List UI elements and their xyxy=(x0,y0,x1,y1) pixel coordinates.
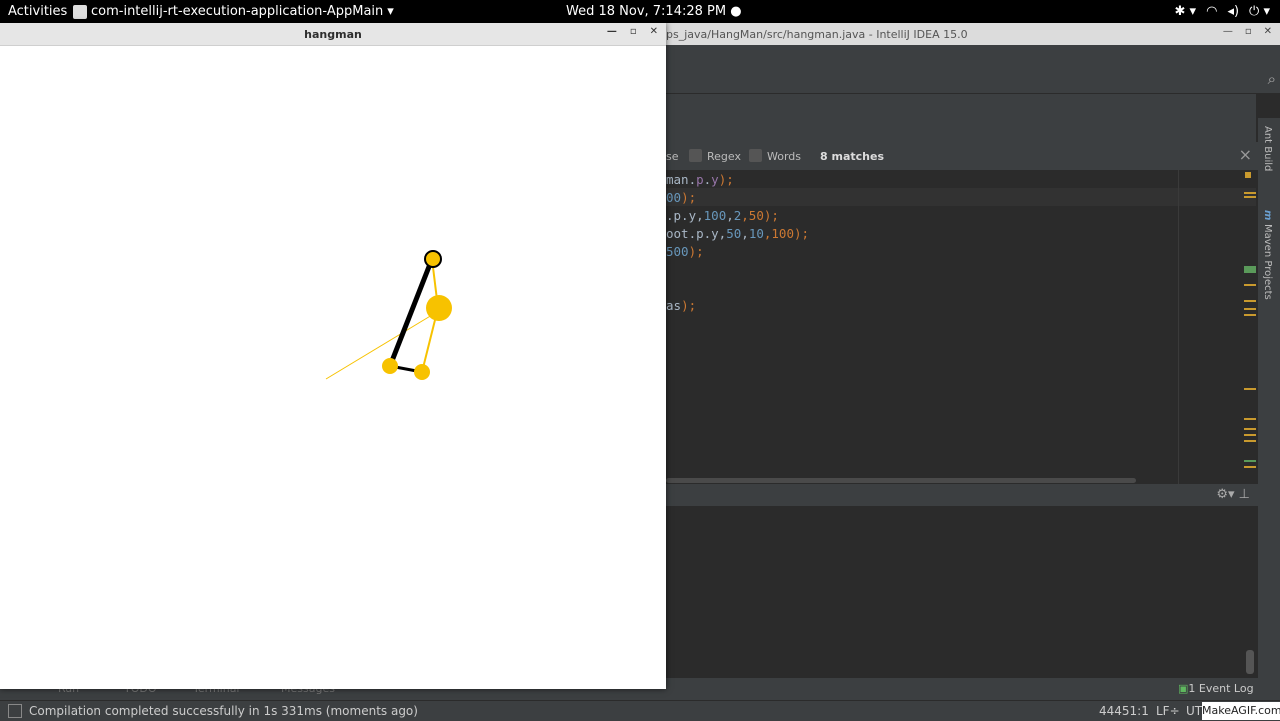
maven-projects-tab[interactable]: Maven Projects xyxy=(1262,224,1273,300)
joint-node xyxy=(382,358,398,374)
line-separator[interactable]: LF÷ xyxy=(1156,704,1180,718)
gear-icon[interactable]: ⚙▾ xyxy=(1216,487,1234,502)
watermark: MakeAGIF.com xyxy=(1202,702,1280,720)
app-menu-label: com-intellij-rt-execution-application-Ap… xyxy=(91,4,384,19)
app-icon xyxy=(73,4,87,19)
stripe-marker[interactable] xyxy=(1244,314,1256,316)
stripe-marker[interactable] xyxy=(1244,192,1256,194)
match-count: 8 matches xyxy=(820,150,884,163)
body-line xyxy=(387,258,435,367)
code-line: as); xyxy=(666,298,697,313)
minimize-icon[interactable]: — xyxy=(607,26,617,37)
hangman-canvas[interactable] xyxy=(0,45,666,689)
tool-windows-toggle-icon[interactable] xyxy=(8,704,22,718)
navigation-bar xyxy=(666,94,1256,118)
vertical-scrollbar[interactable] xyxy=(1246,650,1254,674)
stripe-marker[interactable] xyxy=(1244,308,1256,310)
words-label[interactable]: Words xyxy=(767,150,801,163)
head-node xyxy=(426,295,452,321)
ide-title: ps_java/HangMan/src/hangman.java - Intel… xyxy=(666,28,968,41)
activities-button[interactable]: Activities xyxy=(8,4,67,19)
hangman-title-bar[interactable]: hangman — ▫ ✕ xyxy=(0,23,666,46)
regex-checkbox[interactable] xyxy=(689,149,702,162)
window-title: hangman xyxy=(304,28,362,41)
stripe-marker[interactable] xyxy=(1244,284,1256,286)
wifi-icon: ◠ xyxy=(1206,4,1218,19)
maximize-icon[interactable]: ▫ xyxy=(1245,26,1252,37)
stripe-marker[interactable] xyxy=(1244,300,1256,302)
code-line: 00); xyxy=(666,190,697,205)
joint-node xyxy=(414,364,430,380)
stripe-marker[interactable] xyxy=(1244,434,1256,436)
stripe-marker[interactable] xyxy=(1244,266,1256,273)
stripe-marker[interactable] xyxy=(1244,418,1256,420)
search-icon[interactable]: ⌕ xyxy=(1268,70,1276,88)
run-console[interactable] xyxy=(666,506,1244,676)
find-bar: se Regex Words 8 matches × xyxy=(666,142,1260,170)
close-icon[interactable]: ✕ xyxy=(1264,26,1272,37)
ant-build-tab[interactable]: Ant Build xyxy=(1262,126,1273,171)
right-tool-sidebar: Ant Build m Maven Projects xyxy=(1258,118,1280,678)
event-log-icon: ▣ xyxy=(1178,682,1189,695)
status-message[interactable]: Compilation completed successfully in 1s… xyxy=(29,704,418,718)
event-log-button[interactable]: ▣1 Event Log xyxy=(1178,682,1254,695)
hide-panel-icon[interactable]: ⊥ xyxy=(1239,487,1250,502)
code-line: 500); xyxy=(666,244,704,259)
status-bar: Compilation completed successfully in 1s… xyxy=(0,700,1280,721)
stripe-marker[interactable] xyxy=(1245,172,1251,178)
error-stripe[interactable] xyxy=(1240,170,1256,484)
stripe-marker[interactable] xyxy=(1244,440,1256,442)
words-checkbox[interactable] xyxy=(749,149,762,162)
code-line: oot.p.y,50,10,100); xyxy=(666,226,810,241)
system-top-bar: Activities com-intellij-rt-execution-app… xyxy=(0,0,1280,23)
accessibility-icon[interactable]: ✱ ▾ xyxy=(1175,4,1197,19)
joint-node xyxy=(424,250,442,268)
file-encoding[interactable]: UT xyxy=(1186,704,1202,718)
chevron-down-icon: ▾ xyxy=(387,4,394,19)
regex-label[interactable]: Regex xyxy=(707,150,741,163)
stripe-marker[interactable] xyxy=(1244,460,1256,462)
right-margin-guide xyxy=(1178,170,1179,484)
match-case-label[interactable]: se xyxy=(666,150,679,163)
ide-toolbar: ⌕ xyxy=(666,45,1280,94)
app-menu[interactable]: com-intellij-rt-execution-application-Ap… xyxy=(73,4,394,19)
clock-text: Wed 18 Nov, 7:14:28 PM xyxy=(566,4,727,19)
stripe-marker[interactable] xyxy=(1244,428,1256,430)
ide-title-bar: ps_java/HangMan/src/hangman.java - Intel… xyxy=(666,23,1280,45)
stripe-marker[interactable] xyxy=(1244,466,1256,468)
stripe-marker[interactable] xyxy=(1244,196,1256,198)
code-line: man.p.y); xyxy=(666,172,734,187)
horizontal-scrollbar[interactable] xyxy=(666,478,1136,483)
run-panel-header: ⚙▾ ⊥ xyxy=(666,484,1258,506)
close-icon[interactable]: × xyxy=(1239,145,1252,164)
code-line: .p.y,100,2,50); xyxy=(666,208,779,223)
event-log-count: 1 xyxy=(1188,682,1196,695)
power-icon: ⏻ ▾ xyxy=(1249,4,1270,19)
maximize-icon[interactable]: ▫ xyxy=(630,26,637,37)
system-tray[interactable]: ✱ ▾ ◠ ◂) ⏻ ▾ xyxy=(1175,4,1270,19)
clock[interactable]: Wed 18 Nov, 7:14:28 PM ● xyxy=(566,4,742,19)
caret-position[interactable]: 44451:1 xyxy=(1099,704,1149,718)
volume-icon: ◂) xyxy=(1227,4,1240,19)
event-log-label: Event Log xyxy=(1198,682,1254,695)
stripe-marker[interactable] xyxy=(1244,388,1256,390)
current-line-highlight xyxy=(666,188,1256,206)
maven-icon: m xyxy=(1262,210,1273,221)
editor-tabs xyxy=(666,118,1256,143)
hangman-window: hangman — ▫ ✕ xyxy=(0,23,666,689)
code-editor[interactable]: man.p.y); 00); .p.y,100,2,50); oot.p.y,5… xyxy=(666,170,1256,484)
close-icon[interactable]: ✕ xyxy=(650,26,658,37)
minimize-icon[interactable]: — xyxy=(1223,26,1233,37)
